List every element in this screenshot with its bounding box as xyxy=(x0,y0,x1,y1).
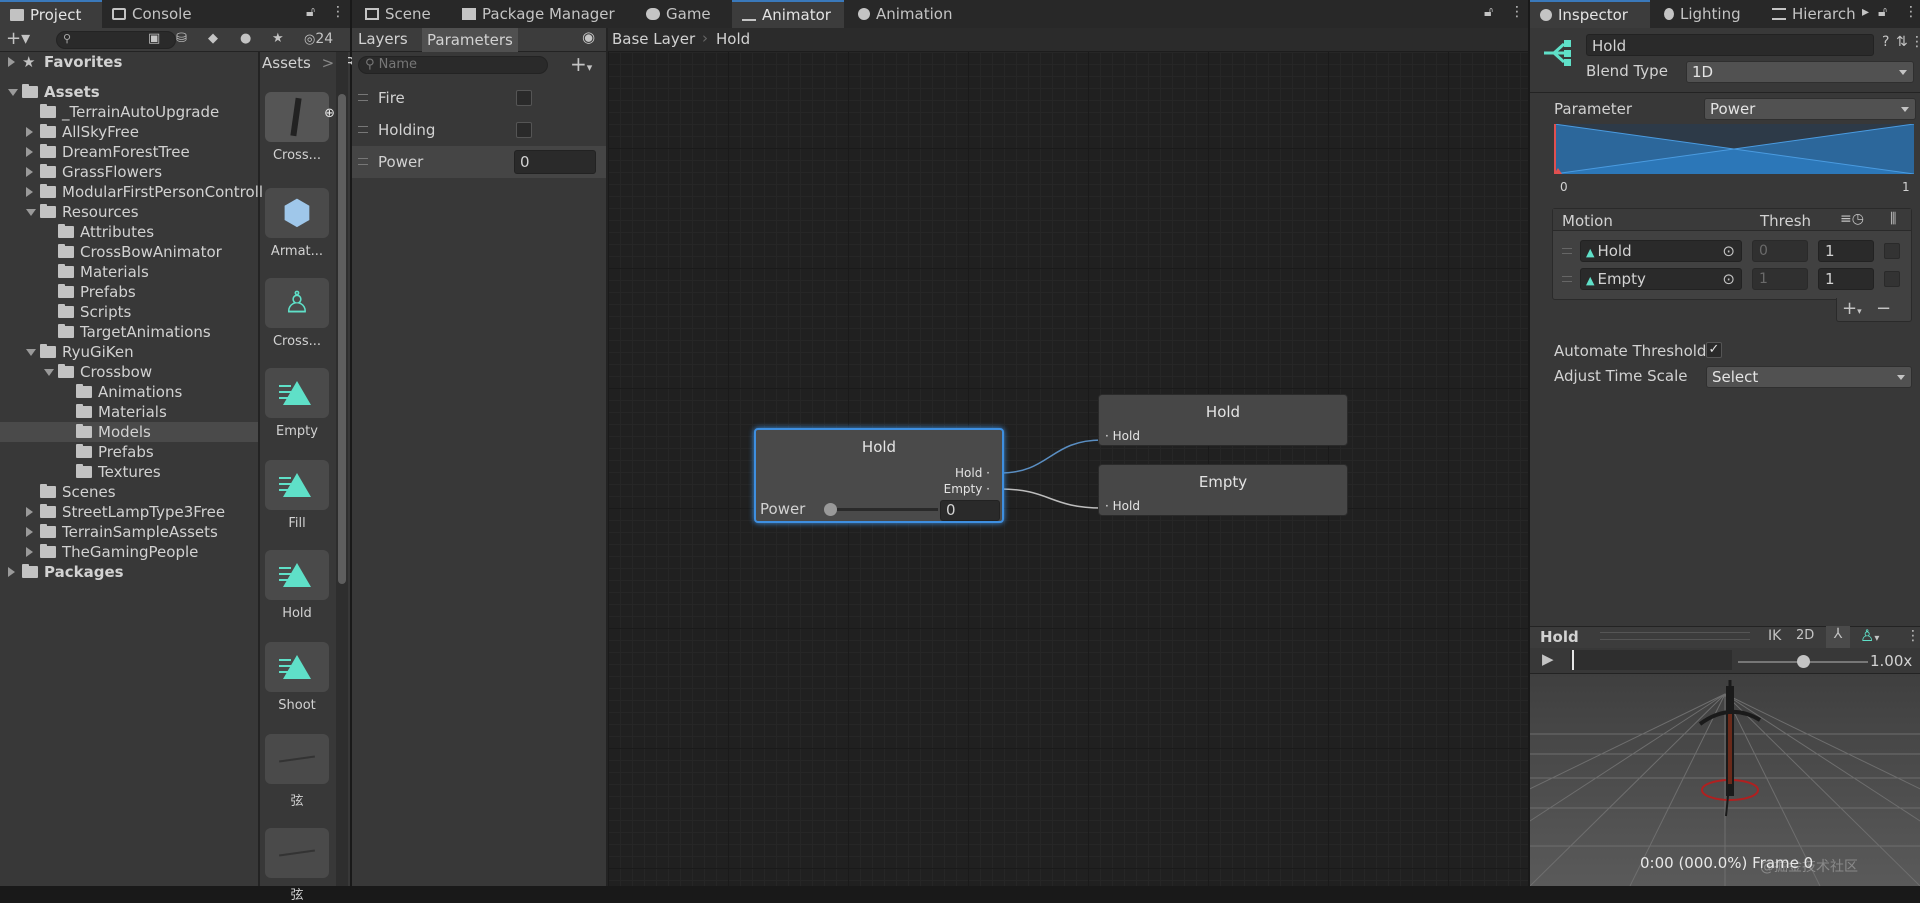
adjust-time-scale-label: Adjust Time Scale xyxy=(1554,367,1688,385)
2d-button[interactable]: 2D xyxy=(1796,628,1814,643)
asset-label: 弦 xyxy=(290,888,304,903)
mirror-checkbox[interactable] xyxy=(1884,243,1900,259)
blend-graph[interactable] xyxy=(1554,124,1914,174)
blend-tree-node[interactable]: Hold Hold · Empty · Power 0 xyxy=(754,428,1004,523)
blend-type-label: Blend Type xyxy=(1586,62,1668,80)
blend-tree-icon xyxy=(1540,36,1574,70)
info-icon xyxy=(1540,9,1552,21)
chevron-down-icon xyxy=(1901,107,1909,112)
threshold-field: 0 xyxy=(1752,240,1808,262)
ik-button[interactable]: IK xyxy=(1768,628,1781,644)
threshold-header: Thresh xyxy=(1760,212,1812,230)
chevron-down-icon xyxy=(1899,70,1907,75)
preview-viewport[interactable]: 0:00 (000.0%) Frame 0 @掘金技术社区 xyxy=(1530,674,1920,886)
motion-field[interactable]: ▲ Hold ⊙ xyxy=(1580,240,1742,262)
hierarchy-icon xyxy=(1772,8,1786,20)
tab-hierarchy-label: Hierarch xyxy=(1792,5,1856,23)
adjust-time-scale-dropdown[interactable]: Select xyxy=(1706,366,1912,388)
mirror-icon: ⫼ xyxy=(1890,211,1897,227)
blend-param-value[interactable]: 0 xyxy=(940,500,1000,521)
settings-icon[interactable]: ⇅ xyxy=(1896,34,1908,50)
mirror-checkbox[interactable] xyxy=(1884,271,1900,287)
time-scale-icon: ≡◷ xyxy=(1840,211,1864,227)
preview-drag-handle[interactable] xyxy=(1600,632,1750,640)
object-picker-icon[interactable]: ⊙ xyxy=(1722,269,1735,289)
animation-clip-icon: ▲ xyxy=(1586,246,1595,259)
motion-node-title: Empty xyxy=(1198,473,1248,491)
tab-inspector-label: Inspector xyxy=(1558,6,1628,24)
range-max-label: 1 xyxy=(1902,180,1910,194)
remove-motion-button[interactable]: − xyxy=(1876,298,1891,319)
tab-lighting[interactable]: Lighting xyxy=(1654,0,1751,28)
chevron-down-icon xyxy=(1897,375,1905,380)
object-picker-icon[interactable]: ⊙ xyxy=(1722,241,1735,261)
blend-param-label: Power xyxy=(760,500,806,518)
motion-node-input-port[interactable]: · Hold xyxy=(1105,429,1140,443)
time-scale-field[interactable]: 1 xyxy=(1818,240,1874,262)
blend-port-hold[interactable]: Hold · xyxy=(955,466,990,480)
blend-type-dropdown[interactable]: 1D xyxy=(1686,61,1914,83)
adjust-time-scale-value: Select xyxy=(1712,368,1759,386)
connection-empty xyxy=(999,488,1103,509)
blend-node-title: Hold xyxy=(861,438,897,456)
timeline-scrubber[interactable] xyxy=(1570,650,1732,670)
help-icon[interactable]: ? xyxy=(1882,34,1889,50)
drag-handle-icon[interactable] xyxy=(1562,276,1572,282)
tab-hierarchy[interactable]: Hierarch xyxy=(1762,0,1872,28)
more-tabs-icon[interactable]: ▸ xyxy=(1862,4,1869,20)
range-min-label: 0 xyxy=(1560,180,1568,194)
tab-inspector[interactable]: Inspector xyxy=(1530,0,1650,28)
tab-lighting-label: Lighting xyxy=(1680,5,1741,23)
motion-name: Hold xyxy=(1597,242,1632,260)
drag-handle-icon[interactable] xyxy=(1562,248,1572,254)
watermark: @掘金技术社区 xyxy=(1760,859,1858,875)
speed-value: 1.00x xyxy=(1870,652,1913,670)
automate-thresholds-label: Automate Thresholds xyxy=(1554,342,1710,360)
blend-type-value: 1D xyxy=(1692,63,1714,81)
speed-slider[interactable] xyxy=(1738,655,1868,668)
preview-more-icon[interactable]: ⋮ xyxy=(1906,628,1920,644)
animation-clip-icon: ▲ xyxy=(1586,274,1595,287)
time-scale-field[interactable]: 1 xyxy=(1818,268,1874,290)
pivot-icon[interactable]: ⅄ xyxy=(1826,626,1850,648)
avatar-icon[interactable]: ♙▾ xyxy=(1860,626,1879,645)
motion-node-title: Hold xyxy=(1205,403,1241,421)
blend-param-slider[interactable] xyxy=(824,503,938,516)
parameter-value: Power xyxy=(1710,100,1756,118)
automate-thresholds-checkbox[interactable]: ✓ xyxy=(1706,342,1722,358)
motion-node-input-port[interactable]: · Hold xyxy=(1105,499,1140,513)
more-menu-icon[interactable]: ⋮ xyxy=(1904,4,1918,20)
preview-title: Hold xyxy=(1540,628,1579,646)
motion-node[interactable]: Hold · Hold xyxy=(1098,394,1348,446)
lightbulb-icon xyxy=(1664,8,1674,20)
parameter-label: Parameter xyxy=(1554,100,1633,118)
header-divider xyxy=(1530,92,1920,93)
playhead[interactable] xyxy=(1572,650,1574,670)
more-icon[interactable]: ⋮ xyxy=(1910,34,1920,50)
play-button[interactable]: ▶ xyxy=(1542,650,1554,668)
lock-icon[interactable]: 🔓︎ xyxy=(1878,4,1887,20)
motion-header: Motion xyxy=(1562,212,1613,230)
blend-port-empty[interactable]: Empty · xyxy=(944,482,990,496)
parameter-dropdown[interactable]: Power xyxy=(1704,98,1916,120)
add-motion-button[interactable]: +▾ xyxy=(1842,298,1862,319)
motion-field[interactable]: ▲ Empty ⊙ xyxy=(1580,268,1742,290)
threshold-field: 1 xyxy=(1752,268,1808,290)
motion-node[interactable]: Empty · Hold xyxy=(1098,464,1348,516)
speed-slider-thumb[interactable] xyxy=(1797,655,1810,668)
slider-thumb[interactable] xyxy=(824,503,837,516)
object-name-field[interactable]: Hold xyxy=(1586,34,1874,56)
motion-name: Empty xyxy=(1597,270,1646,288)
connection-hold xyxy=(999,439,1103,474)
